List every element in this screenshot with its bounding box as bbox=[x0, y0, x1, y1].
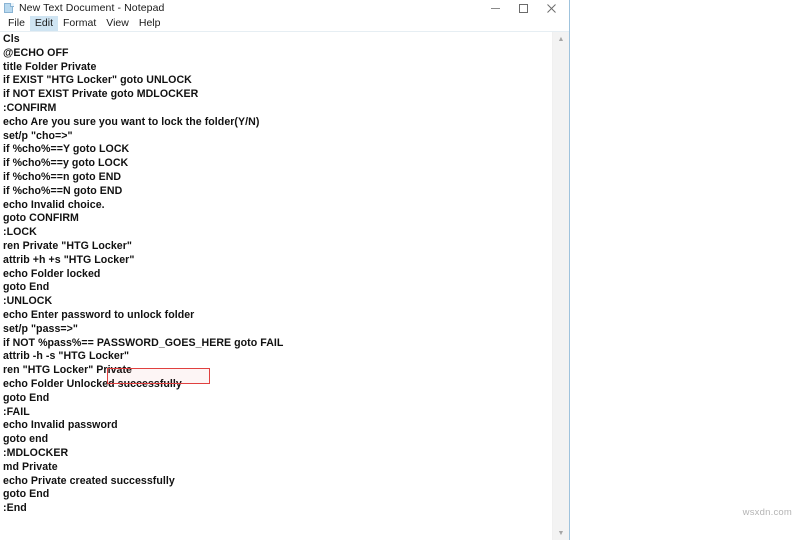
close-button[interactable] bbox=[537, 0, 565, 16]
code-line: set/p "pass=>" bbox=[3, 322, 78, 335]
maximize-button[interactable] bbox=[509, 0, 537, 16]
code-line: ren "HTG Locker" Private bbox=[3, 364, 132, 377]
code-line: :FAIL bbox=[3, 405, 30, 418]
code-line: md Private bbox=[3, 460, 58, 473]
code-line: if %cho%==Y goto LOCK bbox=[3, 143, 130, 156]
text-editor-area[interactable]: Cls @ECHO OFF title Folder Private if EXIST… bbox=[0, 32, 569, 540]
code-line: Cls bbox=[3, 33, 20, 45]
code-line: if %cho%==N goto END bbox=[3, 184, 123, 197]
code-line: if NOT %pass%== PASSWORD_GOES_HERE goto … bbox=[3, 336, 284, 349]
code-line: echo Folder locked bbox=[3, 267, 101, 280]
window-controls bbox=[481, 0, 565, 16]
code-line: if %cho%==y goto LOCK bbox=[3, 157, 129, 170]
scroll-down-arrow-icon[interactable]: ▼ bbox=[553, 526, 569, 540]
code-line: :MDLOCKER bbox=[3, 446, 69, 459]
code-line: echo Folder Unlocked successfully bbox=[3, 377, 182, 390]
code-line: :End bbox=[3, 502, 27, 515]
code-line: echo Private created successfully bbox=[3, 474, 175, 487]
batch-script-text[interactable]: Cls @ECHO OFF title Folder Private if EXIST… bbox=[3, 33, 552, 516]
menu-item-edit[interactable]: Edit bbox=[29, 16, 59, 31]
menu-item-help[interactable]: Help bbox=[134, 16, 166, 31]
code-line: if %cho%==n goto END bbox=[3, 170, 122, 183]
code-line: echo Enter password to unlock folder bbox=[3, 308, 195, 321]
code-line: goto End bbox=[3, 281, 50, 294]
code-line: goto End bbox=[3, 391, 50, 404]
code-line: set/p "cho=>" bbox=[3, 129, 73, 142]
code-line: goto CONFIRM bbox=[3, 212, 79, 225]
notepad-window: New Text Document - Notepad File Edit Fo… bbox=[0, 0, 570, 540]
code-line: echo Invalid choice. bbox=[3, 198, 105, 211]
code-line: attrib -h -s "HTG Locker" bbox=[3, 350, 130, 363]
menu-item-file[interactable]: File bbox=[3, 16, 30, 31]
scrollbar-thumb[interactable] bbox=[553, 47, 569, 467]
code-line: title Folder Private bbox=[3, 60, 97, 73]
code-line: goto end bbox=[3, 433, 49, 446]
code-line: :CONFIRM bbox=[3, 101, 57, 114]
notepad-document-icon bbox=[3, 2, 14, 14]
watermark: wsxdn.com bbox=[742, 507, 792, 518]
code-line: attrib +h +s "HTG Locker" bbox=[3, 253, 135, 266]
code-line: :LOCK bbox=[3, 226, 37, 239]
menu-item-view[interactable]: View bbox=[101, 16, 134, 31]
vertical-scrollbar[interactable]: ▲ ▼ bbox=[552, 32, 569, 540]
minimize-button[interactable] bbox=[481, 0, 509, 16]
code-line: ren Private "HTG Locker" bbox=[3, 239, 132, 252]
code-line: goto End bbox=[3, 488, 50, 501]
scroll-up-arrow-icon[interactable]: ▲ bbox=[553, 32, 569, 47]
code-line: if EXIST "HTG Locker" goto UNLOCK bbox=[3, 74, 192, 87]
menu-item-format[interactable]: Format bbox=[58, 16, 101, 31]
code-line: echo Are you sure you want to lock the f… bbox=[3, 115, 260, 128]
code-line: @ECHO OFF bbox=[3, 46, 69, 59]
code-line: :UNLOCK bbox=[3, 295, 53, 308]
code-line: echo Invalid password bbox=[3, 419, 118, 432]
menu-bar: File Edit Format View Help bbox=[0, 16, 569, 32]
window-title: New Text Document - Notepad bbox=[19, 2, 165, 14]
code-line: if NOT EXIST Private goto MDLOCKER bbox=[3, 88, 199, 101]
title-bar[interactable]: New Text Document - Notepad bbox=[0, 0, 569, 16]
